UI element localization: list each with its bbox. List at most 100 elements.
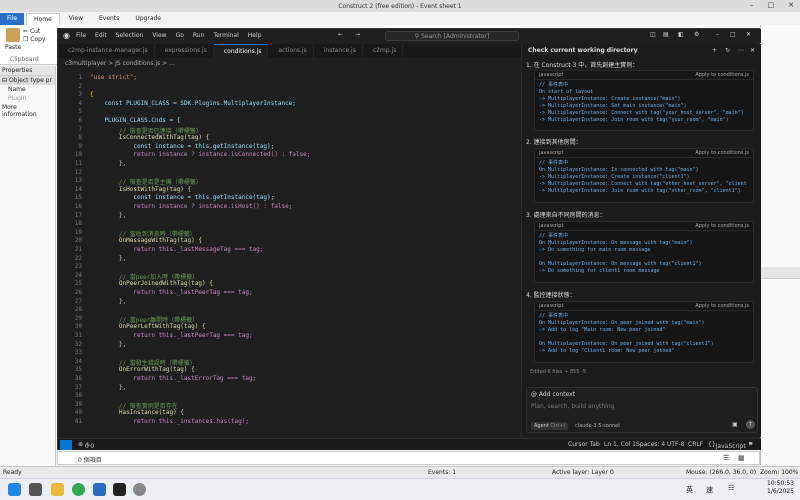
line-ending[interactable]: CRLF [688,441,703,448]
code-content: // 事件表中 On MultiplayerInstance: On messa… [539,233,702,274]
tab-conditions[interactable]: conditions.js [213,44,269,58]
ribbon-tab-upgrade[interactable]: Upgrade [128,13,168,25]
ribbon-tab-file[interactable]: File [0,13,25,25]
error-count: 0 [84,443,89,450]
paste-icon[interactable] [6,28,20,42]
object-type-group[interactable]: ⊟ Object type pr [0,76,55,85]
tab-actions[interactable]: actions.js [268,44,314,58]
details-view-icon[interactable]: ☰ [723,454,729,462]
warning-count: 0 [90,443,95,450]
command-search[interactable]: ⚲ Search [Administrator] [385,31,519,41]
line-number: 4 [78,99,82,107]
line-number: 29 [74,314,82,322]
history-icon[interactable]: ↻ [725,47,730,54]
menu-run[interactable]: Run [193,32,205,39]
network-icon[interactable]: ☷ [728,484,734,492]
copy-label: Copy [30,36,46,43]
menu-edit[interactable]: Edit [95,32,107,39]
remote-icon[interactable] [60,440,72,450]
code-block: javascript Apply to conditions.js // 事件表中… [534,221,754,283]
taskbar: 英 速 ☷ 10:50:53 1/6/2025 [0,478,800,500]
tab-expressions[interactable]: expressions.js [155,44,214,58]
line-number: 7 [78,125,82,133]
tab-c2mp-instance-manager[interactable]: c2mp-instance-manager.js [58,44,155,58]
sidebar-icon[interactable]: ◧ [678,31,684,38]
tiles-view-icon[interactable]: ▦ [738,454,745,462]
paste-label[interactable]: Paste [5,44,21,51]
menu-view[interactable]: View [152,32,166,39]
ime-mode[interactable]: 速 [706,485,713,495]
apply-button[interactable]: Apply to conditions.js [695,150,749,156]
apply-button[interactable]: Apply to conditions.js [695,223,749,229]
back-arrow-icon[interactable]: ← [338,31,343,38]
more-information-link[interactable]: More information [0,103,55,119]
edited-files-summary[interactable]: Edited 6 files + 855 -5 [530,369,586,375]
code-line: }, [90,383,127,391]
chat-input-placeholder[interactable]: Plan, search, build anything [531,403,614,410]
code-line: return this._lastPeerTag === tag; [90,332,253,339]
line-number: 12 [74,168,82,176]
more-icon[interactable]: ⋯ [738,47,744,54]
line-number: 36 [74,375,82,382]
ribbon-tab-events[interactable]: Events [92,13,126,25]
vs-close-icon[interactable]: ✕ [746,31,751,38]
line-number: 40 [74,409,82,417]
layout-icon[interactable]: ◫ [650,31,656,38]
image-icon[interactable]: ▣ [732,421,738,428]
language-mode[interactable]: {} JavaScript [708,441,746,450]
add-context-button[interactable]: @ Add context [531,391,575,398]
apply-button[interactable]: Apply to conditions.js [695,303,749,309]
file-explorer-icon[interactable] [51,483,64,496]
cut-label: Cut [29,28,41,35]
menu-file[interactable]: File [76,32,86,39]
line-number: 17 [74,211,82,219]
encoding[interactable]: UTF-8 [667,441,685,448]
menu-selection[interactable]: Selection [116,32,144,39]
cursor-tab-status[interactable]: Cursor Tab [568,441,600,448]
apply-button[interactable]: Apply to conditions.js [695,72,749,78]
model-selector[interactable]: claude-3.5-sonnet [575,423,620,429]
cursor-position[interactable]: Ln 1, Col 1 [604,441,636,448]
forward-arrow-icon[interactable]: → [355,31,360,38]
panel-icon[interactable]: ▤ [663,31,669,38]
minimize-icon[interactable]: – [750,1,754,9]
tab-instance[interactable]: instance.js [314,44,363,58]
copy-button[interactable]: ❐ Copy [23,36,46,43]
close-icon[interactable]: ✕ [788,1,794,9]
new-chat-icon[interactable]: + [712,47,717,54]
menu-help[interactable]: Help [248,32,262,39]
construct-app-icon[interactable] [133,483,146,496]
menu-terminal[interactable]: Terminal [213,32,238,39]
chat-close-icon[interactable]: ✕ [750,47,755,54]
cursor-app-icon[interactable] [113,483,126,496]
settings-icon[interactable]: ⚙ [694,31,699,38]
add-context-label: Add context [538,391,576,398]
vs-minimize-icon[interactable]: – [716,31,719,38]
indentation[interactable]: Spaces: 4 [636,441,665,448]
ribbon-tab-view[interactable]: View [62,13,90,25]
code-editor[interactable]: 1 "use strict"; 2 3 {4 const PLUGIN_CLASS = … [58,70,521,438]
name-property[interactable]: Name [0,85,55,94]
chat-input-box[interactable]: @ Add context Plan, search, build anythi… [526,387,758,433]
step-title: 1. 在 Construct 3 中，首先創建主實例： [526,62,639,69]
agent-shortcut: Ctrl+I [550,423,565,429]
app-icon[interactable] [93,483,106,496]
menu-go[interactable]: Go [176,32,184,39]
clock[interactable]: 10:50:53 1/6/2025 [767,480,794,496]
send-icon[interactable]: ↑ [746,420,755,429]
agent-mode-selector[interactable]: Agent Ctrl+I [531,422,568,430]
ribbon-tab-home[interactable]: Home [26,13,60,25]
search-icon[interactable] [29,483,42,496]
chrome-icon[interactable] [72,483,85,496]
step-title: 3. 處理來自不同房間的消息： [526,212,606,219]
breadcrumb[interactable]: c3multiplayer > JS conditions.js > ... [65,60,175,67]
maximize-icon[interactable]: □ [768,1,775,9]
tab-c2mp[interactable]: c2mp.js [363,44,404,58]
bell-icon[interactable]: ⚑ [748,441,753,448]
vs-maximize-icon[interactable]: □ [730,31,736,38]
errors-indicator[interactable]: ⊗ 0 ⚠ 0 [78,441,94,450]
cut-button[interactable]: ✂ Cut [23,28,40,35]
line-number: 10 [74,151,82,159]
ime-lang[interactable]: 英 [686,485,693,495]
start-icon[interactable] [8,483,21,496]
